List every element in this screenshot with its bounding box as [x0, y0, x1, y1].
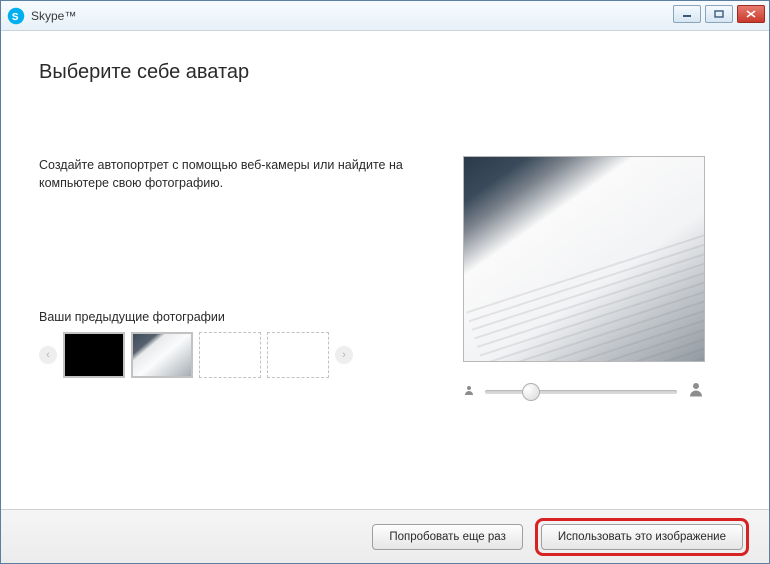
- footer-bar: Попробовать еще раз Использовать это изо…: [1, 509, 769, 563]
- left-column: Создайте автопортрет с помощью веб-камер…: [39, 156, 409, 403]
- previous-photos-label: Ваши предыдущие фотографии: [39, 310, 409, 324]
- retry-button[interactable]: Попробовать еще раз: [372, 524, 523, 550]
- maximize-icon: [714, 10, 724, 18]
- skype-icon: [7, 7, 25, 25]
- window-controls: [673, 5, 765, 23]
- zoom-control: [463, 380, 705, 403]
- thumbnails-row: ‹ ›: [39, 332, 409, 378]
- window-title: Skype™: [31, 9, 76, 23]
- minimize-icon: [682, 10, 692, 18]
- person-small-icon: [463, 384, 475, 399]
- thumbnail-2[interactable]: [131, 332, 193, 378]
- page-title: Выберите себе аватар: [39, 61, 731, 84]
- close-icon: [746, 10, 756, 18]
- thumbs-next-button[interactable]: ›: [335, 346, 353, 364]
- use-button-highlight: Использовать это изображение: [535, 518, 749, 556]
- slider-thumb[interactable]: [522, 383, 540, 401]
- use-image-button[interactable]: Использовать это изображение: [541, 524, 743, 550]
- content-area: Выберите себе аватар Создайте автопортре…: [1, 31, 769, 403]
- minimize-button[interactable]: [673, 5, 701, 23]
- avatar-preview: [463, 156, 705, 362]
- thumbnail-empty-1[interactable]: [199, 332, 261, 378]
- person-large-icon: [687, 380, 705, 403]
- thumbnail-empty-2[interactable]: [267, 332, 329, 378]
- chevron-right-icon: ›: [342, 349, 346, 361]
- right-column: [437, 156, 731, 403]
- thumbnail-1[interactable]: [63, 332, 125, 378]
- use-image-button-label: Использовать это изображение: [558, 531, 726, 543]
- zoom-slider[interactable]: [485, 382, 677, 402]
- close-button[interactable]: [737, 5, 765, 23]
- thumbs-prev-button[interactable]: ‹: [39, 346, 57, 364]
- chevron-left-icon: ‹: [46, 349, 50, 361]
- description-text: Создайте автопортрет с помощью веб-камер…: [39, 156, 409, 192]
- slider-track: [485, 390, 677, 394]
- retry-button-label: Попробовать еще раз: [389, 531, 506, 543]
- titlebar: Skype™: [1, 1, 769, 31]
- window-frame: Skype™ Выберите себе аватар Создайте авт…: [0, 0, 770, 564]
- maximize-button[interactable]: [705, 5, 733, 23]
- main-row: Создайте автопортрет с помощью веб-камер…: [39, 156, 731, 403]
